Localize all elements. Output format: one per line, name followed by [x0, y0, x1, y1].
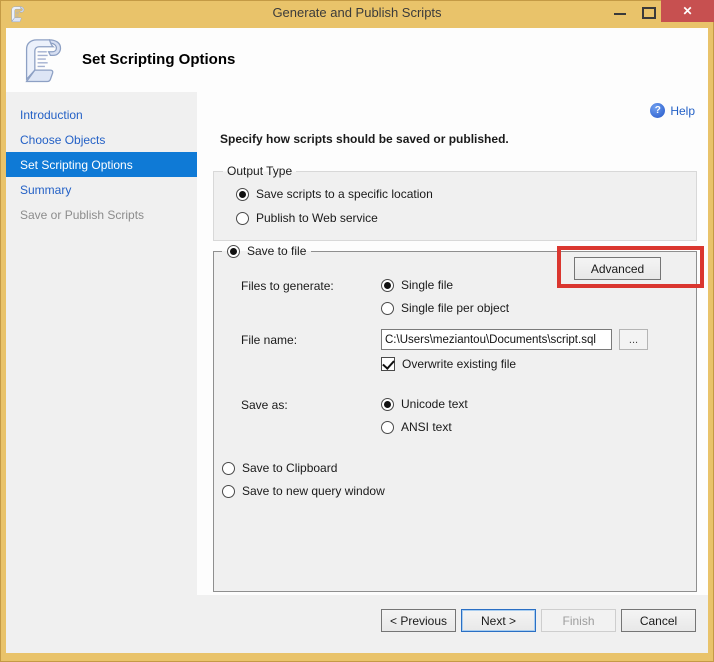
main-panel: ? Help Specify how scripts should be sav…	[197, 92, 708, 591]
save-options-group: Save to file Advanced Files to generate:…	[213, 251, 697, 592]
radio-save-to-new-query-window[interactable]: Save to new query window	[222, 483, 385, 499]
next-button[interactable]: Next >	[461, 609, 536, 632]
dialog-body: Set Scripting Options Introduction Choos…	[6, 28, 708, 653]
radio-icon[interactable]	[381, 398, 394, 411]
sidebar-item-label: Introduction	[20, 108, 83, 122]
radio-icon[interactable]	[381, 279, 394, 292]
radio-unicode-text[interactable]: Unicode text	[381, 396, 468, 412]
checkbox-label: Overwrite existing file	[402, 357, 516, 371]
sidebar-item-introduction[interactable]: Introduction	[6, 102, 197, 127]
radio-label: Save to new query window	[242, 484, 385, 498]
radio-save-to-file[interactable]: Save to file	[222, 243, 311, 259]
sidebar-item-set-scripting-options[interactable]: Set Scripting Options	[6, 152, 197, 177]
radio-label: ANSI text	[401, 420, 452, 434]
help-link[interactable]: ? Help	[650, 103, 695, 118]
output-type-group: Output Type Save scripts to a specific l…	[213, 171, 697, 241]
save-as-label: Save as:	[241, 398, 288, 412]
radio-save-to-clipboard[interactable]: Save to Clipboard	[222, 460, 337, 476]
minimize-icon[interactable]	[614, 13, 626, 15]
radio-single-file-per-object[interactable]: Single file per object	[381, 300, 509, 316]
sidebar-item-label: Choose Objects	[20, 133, 105, 147]
radio-icon[interactable]	[381, 302, 394, 315]
file-name-label: File name:	[241, 333, 297, 347]
previous-button[interactable]: < Previous	[381, 609, 456, 632]
radio-single-file[interactable]: Single file	[381, 277, 453, 293]
sidebar-item-label: Summary	[20, 183, 71, 197]
radio-label: Unicode text	[401, 397, 468, 411]
radio-icon[interactable]	[381, 421, 394, 434]
files-to-generate-label: Files to generate:	[241, 279, 334, 293]
wizard-window: Generate and Publish Scripts ✕ Set Scrip…	[0, 0, 714, 662]
radio-label: Single file per object	[401, 301, 509, 315]
radio-label: Save to file	[247, 244, 306, 258]
help-icon: ?	[650, 103, 665, 118]
wizard-footer: < Previous Next > Finish Cancel	[197, 591, 708, 653]
wizard-header: Set Scripting Options	[6, 28, 708, 92]
radio-icon[interactable]	[236, 188, 249, 201]
window-title: Generate and Publish Scripts	[0, 0, 714, 28]
radio-label: Single file	[401, 278, 453, 292]
sidebar-item-save-or-publish[interactable]: Save or Publish Scripts	[6, 202, 197, 227]
help-label: Help	[670, 104, 695, 118]
radio-label: Save scripts to a specific location	[256, 187, 433, 201]
instruction-text: Specify how scripts should be saved or p…	[220, 132, 509, 146]
overwrite-existing-file-checkbox-row[interactable]: Overwrite existing file	[381, 356, 516, 372]
radio-ansi-text[interactable]: ANSI text	[381, 419, 452, 435]
wizard-steps-sidebar: Introduction Choose Objects Set Scriptin…	[6, 92, 197, 653]
page-title: Set Scripting Options	[82, 51, 235, 68]
sidebar-item-choose-objects[interactable]: Choose Objects	[6, 127, 197, 152]
radio-icon[interactable]	[236, 212, 249, 225]
radio-label: Save to Clipboard	[242, 461, 337, 475]
maximize-icon[interactable]	[642, 7, 656, 19]
close-icon[interactable]: ✕	[661, 0, 714, 22]
title-bar: Generate and Publish Scripts ✕	[0, 0, 714, 28]
radio-label: Publish to Web service	[256, 211, 378, 225]
radio-icon[interactable]	[222, 462, 235, 475]
sidebar-item-summary[interactable]: Summary	[6, 177, 197, 202]
browse-button[interactable]: ...	[619, 329, 648, 350]
radio-save-scripts-location[interactable]: Save scripts to a specific location	[236, 186, 433, 202]
sidebar-item-label: Save or Publish Scripts	[20, 208, 144, 222]
checkbox-icon[interactable]	[381, 357, 395, 371]
cancel-button[interactable]: Cancel	[621, 609, 696, 632]
radio-icon[interactable]	[227, 245, 240, 258]
advanced-button[interactable]: Advanced	[574, 257, 661, 280]
radio-icon[interactable]	[222, 485, 235, 498]
radio-publish-web-service[interactable]: Publish to Web service	[236, 210, 378, 226]
scroll-icon	[22, 36, 66, 84]
finish-button[interactable]: Finish	[541, 609, 616, 632]
output-type-legend: Output Type	[223, 164, 296, 179]
sidebar-item-label: Set Scripting Options	[20, 158, 133, 172]
file-name-input[interactable]	[381, 329, 612, 350]
